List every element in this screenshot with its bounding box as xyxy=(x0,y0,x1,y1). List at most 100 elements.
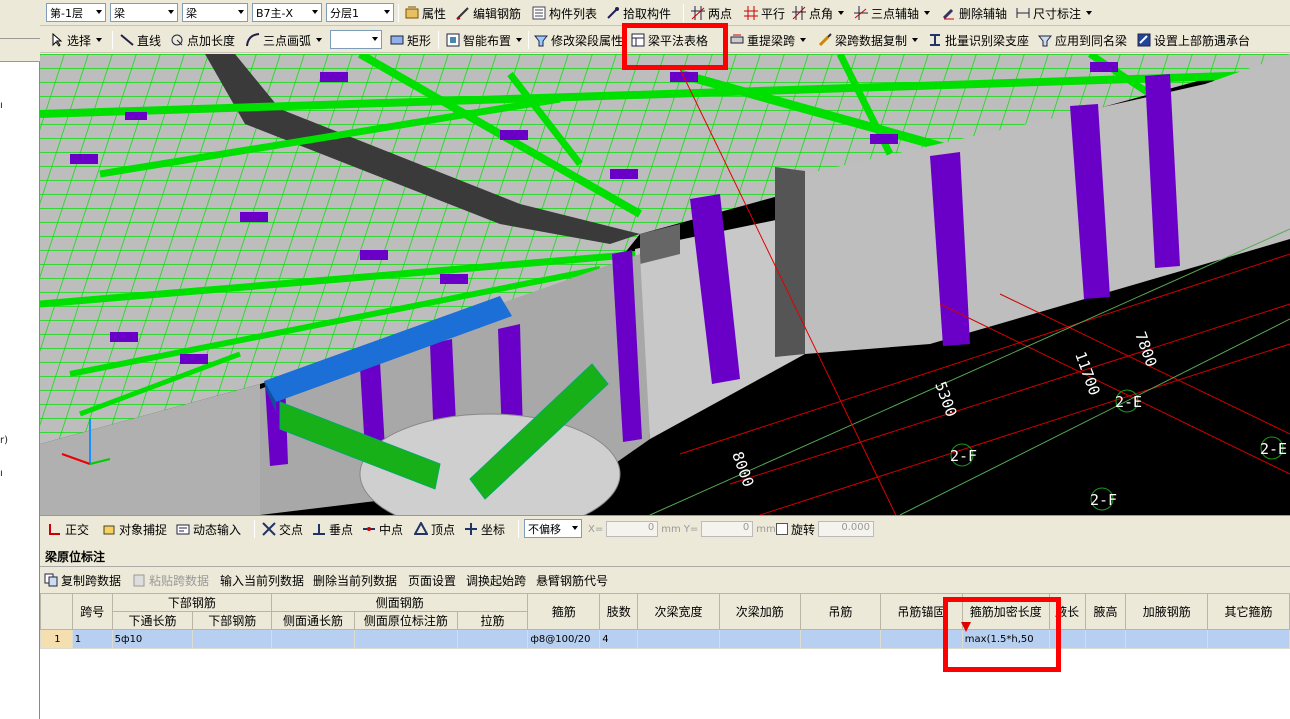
point-length-button[interactable]: 点加长度 xyxy=(170,30,235,50)
cell-legs[interactable]: 4 xyxy=(599,629,639,649)
rotate-input[interactable]: 0.000 xyxy=(818,521,875,537)
left-panel-mark: r) xyxy=(0,435,9,446)
vertex-icon xyxy=(413,520,429,536)
three-point-axis-button[interactable]: 三点辅轴 xyxy=(854,3,931,23)
rectangle-icon xyxy=(390,33,404,47)
cell-bottom[interactable] xyxy=(192,629,273,649)
col-header-haunch-height[interactable]: 腋高 xyxy=(1084,593,1127,630)
col-header-span[interactable]: 跨号 xyxy=(71,593,113,630)
smart-layout-button[interactable]: 智能布置 xyxy=(446,30,523,50)
cantilever-code-button[interactable]: 悬臂钢筋代号 xyxy=(536,570,608,590)
col-header-side-inplace[interactable]: 侧面原位标注筋 xyxy=(353,611,458,630)
col-header-secondary-add[interactable]: 次梁加筋 xyxy=(718,593,801,630)
intersection-button[interactable]: 交点 xyxy=(262,519,303,539)
chevron-down-icon xyxy=(96,38,103,42)
midpoint-icon xyxy=(362,522,376,536)
delete-axis-button[interactable]: 删除辅轴 xyxy=(942,3,1007,23)
table-row[interactable]: 1 1 5ф10 ф8@100/20 4 max(1.5*h,50 xyxy=(40,629,1290,649)
cell-side-through[interactable] xyxy=(271,629,355,649)
row-number[interactable]: 1 xyxy=(40,629,73,649)
separator xyxy=(518,520,519,538)
col-header-haunch-rebar[interactable]: 加腋钢筋 xyxy=(1125,593,1209,630)
axis-label: 2-E xyxy=(1260,440,1287,458)
col-header-stirrup[interactable]: 箍筋 xyxy=(527,593,601,630)
col-header-tie[interactable]: 拉筋 xyxy=(456,611,529,630)
coordinate-button[interactable]: 坐标 xyxy=(464,519,505,539)
point-angle-button[interactable]: 点角 xyxy=(792,3,845,23)
x-input[interactable]: 0 xyxy=(606,521,659,537)
floor-select[interactable]: 第-1层 xyxy=(46,3,106,22)
col-header-bottom-rebar[interactable]: 下部钢筋 xyxy=(192,611,273,630)
type-select[interactable]: 梁 xyxy=(182,3,248,22)
span-data-copy-button[interactable]: 梁跨数据复制 xyxy=(818,30,919,50)
properties-button[interactable]: 属性 xyxy=(405,3,446,23)
col-header-legs[interactable]: 肢数 xyxy=(599,593,639,630)
cell-secondary-width[interactable] xyxy=(637,629,720,649)
col-header-hanger[interactable]: 吊筋 xyxy=(799,593,882,630)
copy-span-data-button[interactable]: 复制跨数据 xyxy=(44,570,121,590)
cell-secondary-add[interactable] xyxy=(718,629,801,649)
ortho-button[interactable]: 正交 xyxy=(48,519,89,539)
offset-mode-select[interactable]: 不偏移 xyxy=(524,519,582,538)
pick-component-button[interactable]: 拾取构件 xyxy=(606,3,671,23)
left-panel: ı r) ı xyxy=(0,0,40,719)
cell-stirrup[interactable]: ф8@100/20 xyxy=(527,629,601,649)
paste-span-data-label: 粘贴跨数据 xyxy=(149,573,210,588)
modify-span-props-button[interactable]: 修改梁段属性 xyxy=(533,30,623,50)
dimension-button[interactable]: 尺寸标注 xyxy=(1016,3,1093,23)
edit-rebar-button[interactable]: 编辑钢筋 xyxy=(456,3,521,23)
col-header-other-stirrup[interactable]: 其它箍筋 xyxy=(1207,593,1290,630)
arc-mode-select[interactable] xyxy=(330,30,382,49)
object-snap-button[interactable]: 对象捕捉 xyxy=(102,519,167,539)
batch-identify-button[interactable]: 批量识别梁支座 xyxy=(928,30,1029,50)
delete-column-data-button[interactable]: 删除当前列数据 xyxy=(313,570,397,590)
snap-toolbar: 正交 对象捕捉 动态输入 交点 垂点 中点 顶点 坐标 不偏移 X= 0 mm … xyxy=(40,515,1290,542)
properties-icon xyxy=(405,6,419,20)
swap-start-span-button[interactable]: 调换起始跨 xyxy=(466,570,526,590)
cell-tie[interactable] xyxy=(456,629,529,649)
col-header-bottom-through[interactable]: 下通长筋 xyxy=(111,611,194,630)
type-select-value: 梁 xyxy=(186,6,197,20)
cell-haunch-height[interactable] xyxy=(1084,629,1127,649)
category-select[interactable]: 梁 xyxy=(110,3,178,22)
select-button[interactable]: 选择 xyxy=(50,30,103,50)
rotate-label: 旋转 xyxy=(791,522,816,537)
line-button[interactable]: 直线 xyxy=(120,30,161,50)
three-point-axis-label: 三点辅轴 xyxy=(871,6,920,21)
three-point-arc-button[interactable]: 三点画弧 xyxy=(246,30,323,50)
cell-hanger[interactable] xyxy=(799,629,882,649)
re-extract-span-button[interactable]: 重提梁跨 xyxy=(730,30,807,50)
cell-haunch-rebar[interactable] xyxy=(1125,629,1209,649)
input-column-data-button[interactable]: 输入当前列数据 xyxy=(220,570,304,590)
rectangle-button[interactable]: 矩形 xyxy=(390,30,431,50)
component-list-button[interactable]: 构件列表 xyxy=(532,3,597,23)
vertex-button[interactable]: 顶点 xyxy=(413,519,455,539)
apply-same-name-button[interactable]: 应用到同名梁 xyxy=(1037,30,1127,50)
parallel-button[interactable]: 平行 xyxy=(744,3,785,23)
cell-span[interactable]: 1 xyxy=(71,629,113,649)
paste-span-data-button[interactable]: 粘贴跨数据 xyxy=(132,570,209,590)
col-header-side-through[interactable]: 侧面通长筋 xyxy=(271,611,355,630)
cell-other-stirrup[interactable] xyxy=(1207,629,1290,649)
copy-span-data-label: 复制跨数据 xyxy=(61,573,122,588)
dim-label: 5300 xyxy=(931,379,960,419)
left-panel-mark: ı xyxy=(0,468,3,479)
x-unit: mm xyxy=(661,523,681,535)
rotate-checkbox[interactable] xyxy=(776,523,788,535)
cell-bottom-through[interactable]: 5ф10 xyxy=(111,629,194,649)
y-input[interactable]: 0 xyxy=(701,521,754,537)
element-select[interactable]: B7主-X xyxy=(252,3,322,22)
two-points-button[interactable]: 两点 xyxy=(691,3,732,23)
perpendicular-button[interactable]: 垂点 xyxy=(312,519,353,539)
midpoint-button[interactable]: 中点 xyxy=(362,519,403,539)
page-setup-button[interactable]: 页面设置 xyxy=(408,570,456,590)
dynamic-input-button[interactable]: 动态输入 xyxy=(176,519,241,539)
batch-identify-label: 批量识别梁支座 xyxy=(945,33,1030,48)
point-length-icon xyxy=(170,33,184,47)
3d-viewport[interactable]: 7800 11700 5300 8000 2-E 2-F 2-E 2-F xyxy=(40,54,1290,515)
axis-label: 2-F xyxy=(950,447,977,465)
layer-select[interactable]: 分层1 xyxy=(326,3,394,22)
set-top-rebar-button[interactable]: 设置上部筋遇承台 xyxy=(1137,30,1250,50)
col-header-secondary-width[interactable]: 次梁宽度 xyxy=(637,593,720,630)
cell-side-inplace[interactable] xyxy=(353,629,458,649)
